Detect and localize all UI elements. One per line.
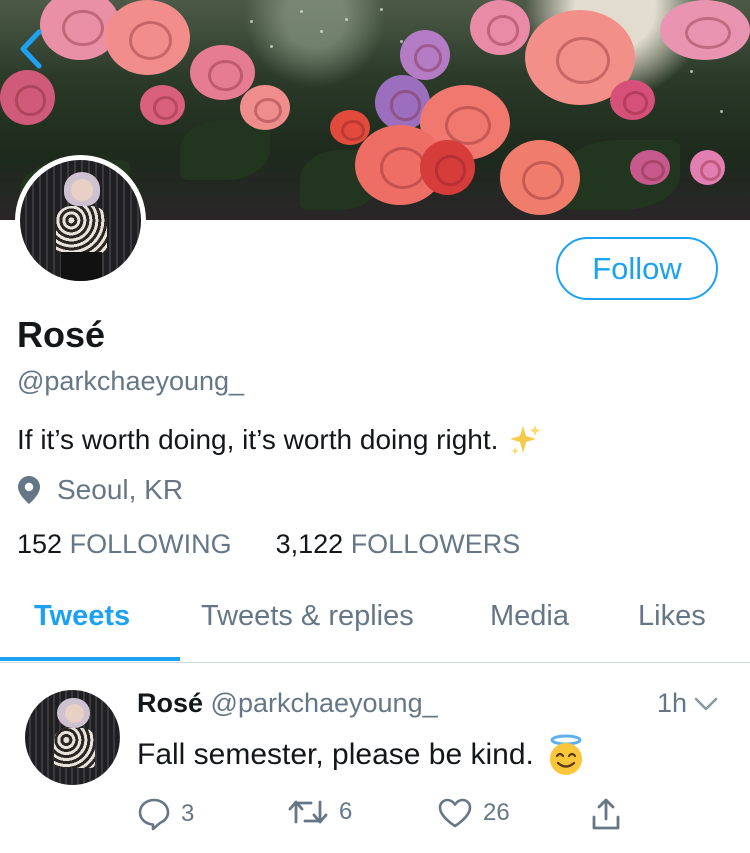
tweet-meta: 1h bbox=[657, 688, 719, 719]
active-tab-indicator bbox=[0, 657, 180, 661]
followers-count: 3,122 bbox=[275, 529, 344, 559]
tweet-actions: 3 6 26 bbox=[137, 797, 637, 837]
reply-icon bbox=[138, 798, 170, 831]
share-button[interactable] bbox=[591, 797, 621, 831]
like-button[interactable]: 26 bbox=[437, 797, 510, 829]
like-count: 26 bbox=[483, 799, 510, 826]
back-chevron-icon bbox=[20, 29, 42, 69]
following-count: 152 bbox=[17, 529, 63, 559]
smiling-face-with-halo-emoji bbox=[549, 734, 582, 775]
profile-tabs: Tweets Tweets & replies Media Likes bbox=[0, 585, 750, 663]
tab-likes[interactable]: Likes bbox=[638, 600, 706, 633]
profile-display-name: Rosé bbox=[17, 314, 106, 355]
tweet-body: Fall semester, please be kind. bbox=[137, 738, 534, 771]
reply-button[interactable]: 3 bbox=[137, 797, 194, 831]
profile-bio: If it’s worth doing, it’s worth doing ri… bbox=[17, 423, 542, 457]
tweet-text: Fall semester, please be kind. bbox=[137, 734, 586, 776]
retweet-icon bbox=[288, 800, 328, 824]
tab-tweets-replies[interactable]: Tweets & replies bbox=[201, 600, 414, 633]
back-button[interactable] bbox=[10, 24, 50, 74]
location-pin-icon bbox=[18, 476, 40, 504]
tab-media[interactable]: Media bbox=[490, 600, 569, 633]
tweet-timestamp: 1h bbox=[657, 688, 688, 718]
chevron-down-icon[interactable] bbox=[693, 695, 719, 713]
followers-label: FOLLOWERS bbox=[350, 529, 521, 559]
profile-location: Seoul, KR bbox=[17, 474, 183, 506]
like-icon bbox=[438, 798, 472, 828]
bio-text: If it’s worth doing, it’s worth doing ri… bbox=[17, 424, 499, 455]
followers-link[interactable]: 3,122 FOLLOWERS bbox=[276, 529, 521, 560]
location-text: Seoul, KR bbox=[57, 474, 184, 505]
following-link[interactable]: 152 FOLLOWING bbox=[17, 529, 232, 560]
retweet-count: 6 bbox=[339, 798, 353, 825]
tab-tweets[interactable]: Tweets bbox=[34, 600, 130, 633]
follow-button[interactable]: Follow bbox=[556, 237, 718, 300]
tweet-author-name[interactable]: Rosé bbox=[137, 688, 203, 718]
profile-avatar[interactable] bbox=[15, 155, 146, 286]
reply-count: 3 bbox=[181, 800, 195, 827]
following-label: FOLLOWING bbox=[69, 529, 232, 559]
tweet-author-handle[interactable]: @parkchaeyoung_ bbox=[211, 688, 438, 718]
tweet-header: Rosé @parkchaeyoung_ bbox=[137, 688, 438, 719]
share-icon bbox=[592, 798, 620, 830]
profile-handle: @parkchaeyoung_ bbox=[17, 366, 245, 396]
retweet-button[interactable]: 6 bbox=[287, 797, 352, 827]
tweet-avatar[interactable] bbox=[25, 690, 120, 785]
sparkles-emoji bbox=[510, 425, 541, 455]
profile-stats: 152 FOLLOWING 3,122 FOLLOWERS bbox=[17, 529, 520, 560]
